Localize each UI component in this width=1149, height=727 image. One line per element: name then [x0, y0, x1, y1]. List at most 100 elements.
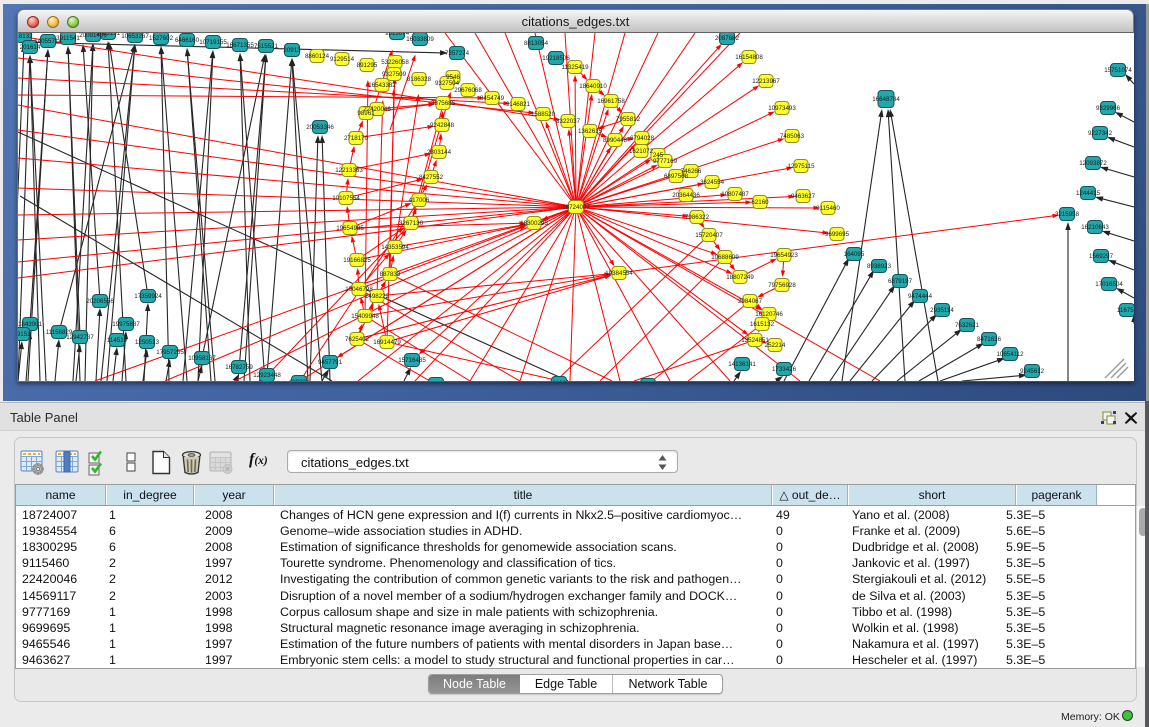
svg-text:8990448: 8990448: [603, 137, 628, 144]
svg-text:10807487: 10807487: [721, 191, 749, 198]
svg-text:9329966: 9329966: [1096, 105, 1121, 112]
svg-text:124021: 124021: [549, 380, 570, 381]
svg-text:16671355: 16671355: [226, 42, 254, 49]
svg-text:417006: 417006: [409, 197, 430, 204]
svg-text:16914479: 16914479: [373, 339, 401, 346]
svg-text:39151: 39151: [18, 331, 31, 338]
svg-text:114519: 114519: [107, 337, 128, 344]
svg-text:15409948: 15409948: [351, 313, 379, 320]
svg-text:1244415: 1244415: [1076, 190, 1101, 197]
svg-text:164095: 164095: [844, 251, 865, 258]
svg-text:12923448: 12923448: [253, 372, 281, 379]
svg-text:16154808: 16154808: [735, 54, 763, 61]
svg-text:9463627: 9463627: [791, 193, 816, 200]
svg-text:6897568: 6897568: [664, 173, 689, 180]
svg-text:9327509: 9327509: [382, 71, 407, 78]
svg-text:98961: 98961: [357, 110, 375, 117]
svg-text:17016504: 17016504: [1095, 281, 1123, 288]
svg-text:891295: 891295: [357, 62, 378, 69]
svg-text:116753: 116753: [1117, 307, 1134, 314]
svg-text:12213363: 12213363: [335, 167, 363, 174]
svg-text:20053346: 20053346: [306, 124, 334, 131]
svg-text:9699695: 9699695: [825, 231, 850, 238]
svg-text:8454749: 8454749: [480, 95, 505, 102]
svg-text:18807249: 18807249: [726, 274, 754, 281]
svg-text:8938923: 8938923: [867, 263, 892, 270]
svg-text:1498222: 1498222: [365, 293, 390, 300]
svg-text:10654112: 10654112: [996, 351, 1024, 358]
svg-text:8427552: 8427552: [419, 174, 444, 181]
svg-text:79756928: 79756928: [768, 282, 796, 289]
svg-text:1250513: 1250513: [135, 339, 160, 346]
svg-text:3911541: 3911541: [56, 35, 80, 42]
svg-text:1063151: 1063151: [96, 33, 121, 37]
svg-text:7357274: 7357274: [445, 50, 470, 57]
svg-text:19166825: 19166825: [343, 257, 371, 264]
svg-text:9146821: 9146821: [506, 101, 531, 108]
svg-text:9327504: 9327504: [435, 80, 460, 87]
svg-text:3624554: 3624554: [700, 179, 725, 186]
svg-text:1843001: 1843001: [18, 321, 43, 328]
svg-text:16961758: 16961758: [597, 98, 625, 105]
svg-text:8471636: 8471636: [977, 336, 1002, 343]
svg-text:7986322: 7986322: [685, 214, 710, 221]
svg-text:3267130: 3267130: [399, 220, 424, 227]
svg-text:12093872: 12093872: [1079, 160, 1107, 167]
svg-text:15720407: 15720407: [695, 232, 723, 239]
svg-text:1588520: 1588520: [531, 111, 556, 118]
svg-text:7515521: 7515521: [254, 43, 279, 50]
svg-text:7955812: 7955812: [616, 116, 641, 123]
svg-text:19384554: 19384554: [605, 270, 633, 277]
svg-text:8860124: 8860124: [305, 53, 330, 60]
svg-text:12942737: 12942737: [66, 334, 94, 341]
svg-text:19654923: 19654923: [770, 252, 798, 259]
svg-text:7485063: 7485063: [780, 133, 805, 140]
svg-text:18132: 18132: [18, 33, 33, 40]
svg-text:10719155: 10719155: [199, 39, 227, 46]
svg-text:3875685: 3875685: [431, 100, 456, 107]
svg-text:2718170: 2718170: [344, 135, 369, 142]
svg-text:1733426: 1733426: [772, 366, 797, 373]
svg-text:62160: 62160: [751, 199, 769, 206]
svg-text:6466160: 6466160: [175, 37, 200, 44]
svg-text:19218506: 19218506: [542, 55, 570, 62]
svg-text:2087682: 2087682: [715, 35, 740, 42]
svg-text:6794028: 6794028: [630, 135, 655, 142]
svg-text:18300295: 18300295: [520, 220, 548, 227]
svg-text:2803144: 2803144: [427, 149, 452, 156]
svg-text:18640910: 18640910: [579, 83, 607, 90]
svg-text:12213967: 12213967: [752, 78, 780, 85]
svg-text:129234: 129234: [289, 379, 310, 381]
svg-text:20206556: 20206556: [86, 298, 114, 305]
svg-text:1615132: 1615132: [750, 321, 775, 328]
svg-text:887833: 887833: [380, 271, 401, 278]
svg-text:20913: 20913: [283, 47, 301, 54]
svg-text:17359924: 17359924: [134, 293, 162, 300]
svg-text:2935114: 2935114: [930, 307, 954, 314]
svg-text:15716485: 15716485: [398, 357, 426, 364]
svg-text:8813054: 8813054: [524, 40, 549, 47]
svg-text:14136141: 14136141: [728, 361, 756, 368]
svg-text:10107554: 10107554: [332, 195, 360, 202]
svg-text:10688609: 10688609: [711, 254, 739, 261]
svg-text:9115460: 9115460: [816, 205, 840, 212]
svg-text:7632621: 7632621: [955, 322, 980, 329]
svg-text:19654985: 19654985: [336, 225, 364, 232]
svg-text:9242848: 9242848: [430, 122, 455, 129]
svg-text:9129514: 9129514: [330, 56, 355, 63]
svg-text:8186328: 8186328: [407, 76, 432, 83]
svg-text:1621072: 1621072: [629, 148, 654, 155]
svg-text:9457791: 9457791: [318, 359, 343, 366]
svg-text:10958167: 10958167: [188, 355, 216, 362]
svg-text:10046798: 10046798: [345, 286, 373, 293]
svg-text:19975887: 19975887: [112, 321, 140, 328]
svg-text:20364436: 20364436: [672, 192, 700, 199]
svg-text:8322037: 8322037: [556, 118, 581, 125]
svg-text:16648784: 16648784: [872, 96, 900, 103]
svg-text:16543382: 16543382: [368, 82, 396, 89]
svg-text:1527602: 1527602: [149, 35, 174, 42]
svg-text:1362615: 1362615: [578, 128, 603, 135]
svg-text:1569297: 1569297: [1089, 253, 1114, 260]
svg-text:16033809: 16033809: [406, 36, 434, 43]
svg-text:9474444: 9474444: [908, 293, 933, 300]
